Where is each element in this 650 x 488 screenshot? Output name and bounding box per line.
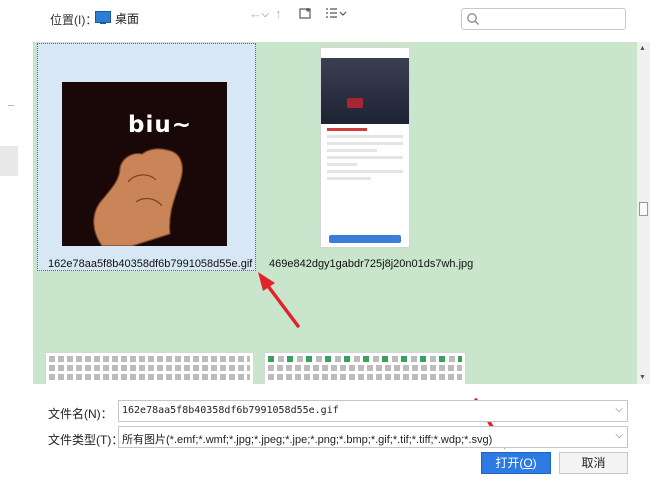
location-dropdown[interactable]: 桌面 ⌵ — [93, 6, 271, 28]
search-icon — [467, 13, 479, 25]
doc-thumbnail[interactable] — [45, 352, 254, 384]
filename-field[interactable]: 162e78aa5f8b40358df6b7991058d55e.gif ⌵ — [118, 400, 628, 422]
navigation-pane — [0, 0, 33, 488]
filename-row: 文件名(N)： 162e78aa5f8b40358df6b7991058d55e… — [33, 400, 650, 422]
view-list-icon[interactable] — [325, 7, 347, 23]
filename-label: 文件名(N)： — [48, 407, 113, 421]
open-button-key: O — [523, 456, 533, 470]
location-label: 位置(I)： — [50, 13, 98, 27]
file-name-jpg[interactable]: 469e842dgy1gabdr725j8j20n01ds7wh.jpg — [269, 258, 473, 270]
scrollbar-thumb[interactable] — [639, 202, 648, 216]
desktop-icon — [95, 11, 111, 24]
file-name-gif[interactable]: 162e78aa5f8b40358df6b7991058d55e.gif — [48, 258, 252, 270]
jpg-thumbnail[interactable] — [320, 47, 410, 248]
back-icon[interactable]: ← — [249, 6, 262, 21]
nav-divider — [8, 105, 14, 106]
up-icon[interactable]: ↑ — [275, 6, 282, 21]
open-button-label: 打开( — [495, 456, 524, 470]
doc-thumbnail[interactable] — [264, 352, 466, 384]
open-button[interactable]: 打开(O) — [481, 452, 551, 474]
toolbar: 位置(I)： 桌面 ⌵ ← ↑ — [33, 0, 650, 38]
scroll-down-icon[interactable]: ▼ — [639, 374, 646, 381]
filename-value: 162e78aa5f8b40358df6b7991058d55e.gif — [122, 405, 339, 416]
vertical-scrollbar[interactable]: ▲ ▼ — [637, 42, 650, 384]
file-list[interactable]: biu~ 162e78aa5f8b40358df6b7991058d55e.gi… — [33, 42, 637, 384]
filetype-label: 文件类型(T)： — [48, 433, 124, 447]
nav-item-selected[interactable] — [0, 146, 18, 176]
cancel-button[interactable]: 取消 — [559, 452, 628, 474]
chevron-down-icon[interactable]: ⌵ — [261, 9, 269, 20]
filetype-row: 文件类型(T)： 所有图片(*.emf;*.wmf;*.jpg;*.jpeg;*… — [33, 426, 650, 448]
location-value: 桌面 — [115, 12, 140, 26]
filetype-value: 所有图片(*.emf;*.wmf;*.jpg;*.jpeg;*.jpe;*.pn… — [122, 434, 493, 446]
chevron-down-icon[interactable]: ⌵ — [615, 404, 623, 415]
scroll-up-icon[interactable]: ▲ — [639, 45, 646, 52]
filetype-dropdown[interactable]: 所有图片(*.emf;*.wmf;*.jpg;*.jpeg;*.jpe;*.pn… — [118, 426, 628, 448]
open-button-close: ) — [532, 456, 537, 470]
new-folder-icon[interactable] — [299, 7, 313, 23]
search-input[interactable] — [461, 8, 626, 30]
thumbnail-text: biu~ — [128, 112, 192, 138]
gif-thumbnail[interactable]: biu~ — [62, 82, 227, 246]
chevron-down-icon[interactable]: ⌵ — [615, 430, 623, 441]
